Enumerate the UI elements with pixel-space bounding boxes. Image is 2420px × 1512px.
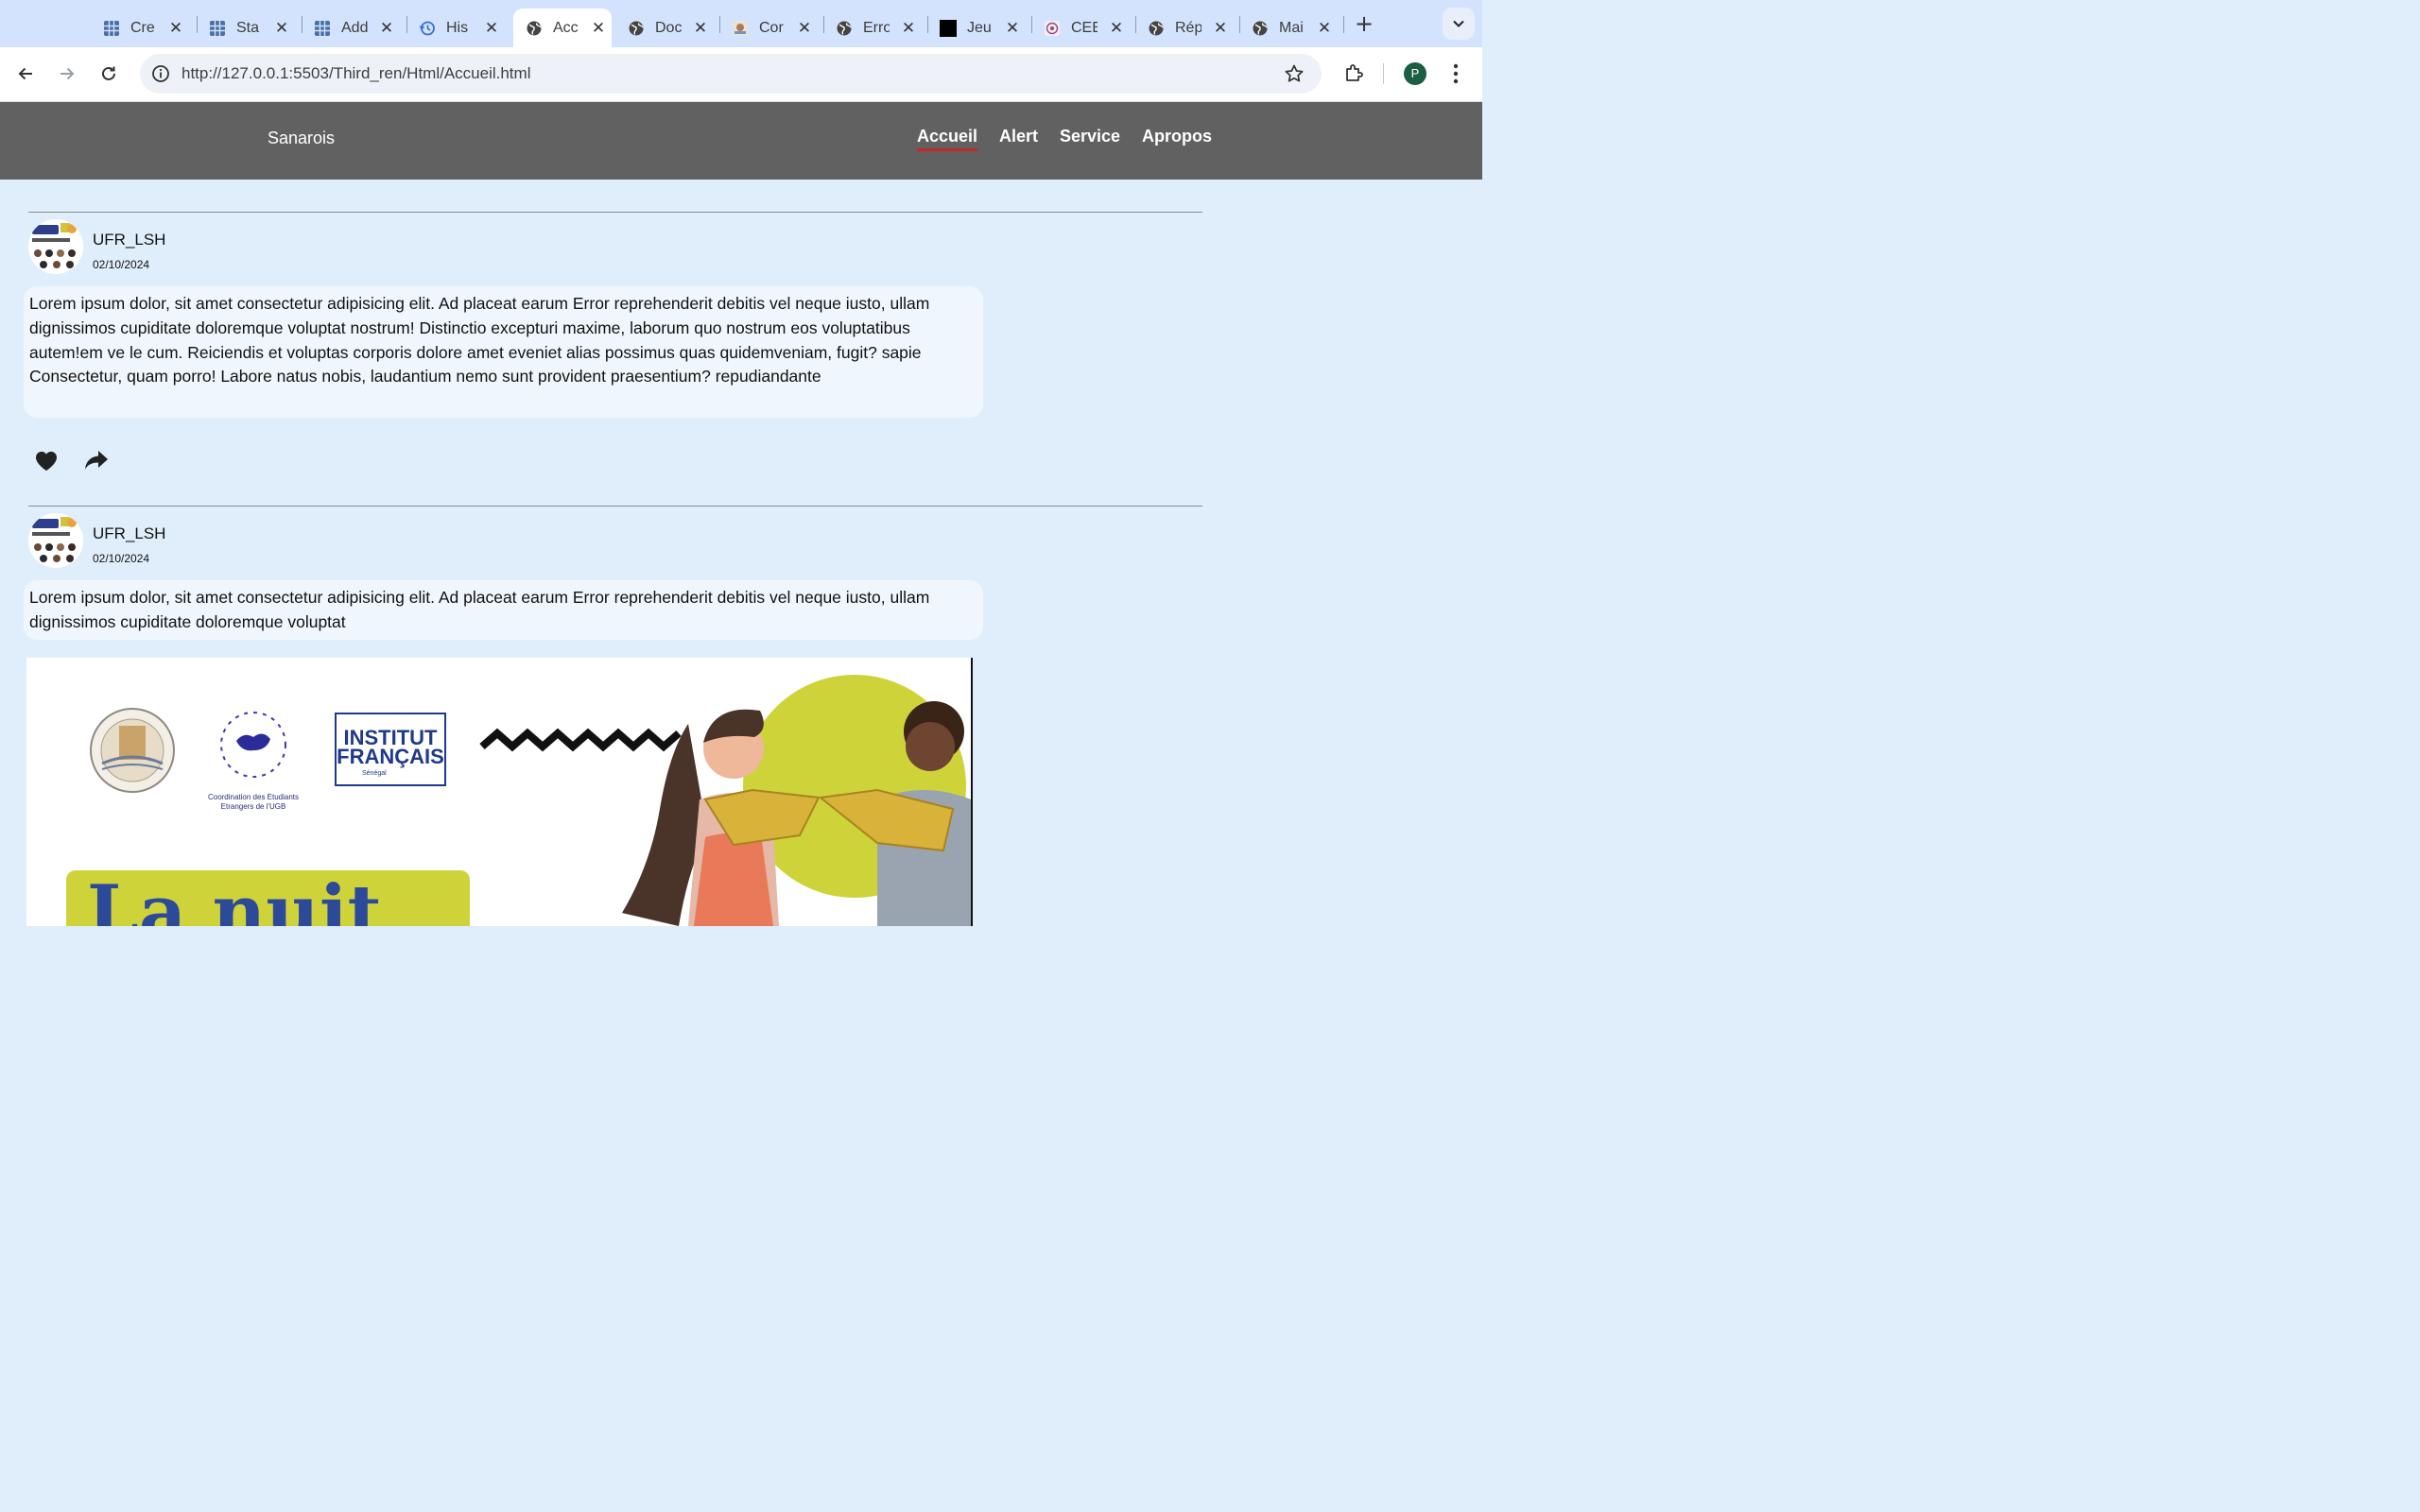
tab-title: Cre — [130, 19, 155, 36]
institut-francais-logo: INSTITUT FRANÇAIS Sénégal — [335, 713, 446, 786]
profile-avatar[interactable]: P — [1404, 62, 1426, 85]
close-icon[interactable]: ✕ — [1109, 19, 1124, 38]
spreadsheet-icon — [313, 19, 332, 38]
address-bar[interactable]: http://127.0.0.1:5503/Third_ren/Html/Acc… — [140, 54, 1322, 94]
post-poster-image[interactable]: Coordination des Etudiants Etrangers de … — [26, 658, 973, 926]
tab-title: CEE — [1071, 19, 1098, 36]
tab-title: Add — [341, 19, 368, 36]
zigzag-decoration — [479, 728, 682, 752]
tab-title: Mai — [1279, 19, 1304, 36]
browser-tab[interactable]: Rép ✕ — [1135, 9, 1236, 47]
close-icon[interactable]: ✕ — [168, 19, 183, 38]
tab-title: Jeu — [967, 19, 992, 36]
browser-tab-active[interactable]: Acc ✕ — [513, 9, 612, 47]
new-tab-button[interactable]: + — [1352, 11, 1376, 36]
tab-title: Doc — [655, 19, 682, 36]
close-icon[interactable]: ✕ — [693, 19, 708, 38]
close-icon[interactable]: ✕ — [274, 19, 289, 38]
tab-title: Rép — [1175, 19, 1201, 36]
university-seal-logo — [90, 708, 175, 793]
tab-title: Erro — [863, 19, 890, 36]
reload-icon — [102, 66, 115, 80]
site-header: Sanarois Accueil Alert Service Apropos — [0, 102, 1482, 180]
kebab-menu-icon[interactable] — [1446, 61, 1465, 86]
url-text[interactable]: http://127.0.0.1:5503/Third_ren/Html/Acc… — [182, 64, 530, 83]
browser-tab[interactable]: Jeu ✕ — [927, 9, 1028, 47]
post-date: 02/10/2024 — [93, 552, 150, 565]
browser-tab[interactable]: Add ✕ — [302, 9, 402, 47]
close-icon[interactable]: ✕ — [797, 19, 812, 38]
browser-tab[interactable]: Mai ✕ — [1239, 9, 1340, 47]
arrow-left-icon — [18, 67, 32, 80]
close-icon[interactable]: ✕ — [379, 19, 394, 38]
browser-tab[interactable]: Cor ✕ — [719, 9, 820, 47]
globe-icon — [835, 19, 854, 38]
globe-icon — [1251, 19, 1270, 38]
chevron-down-icon — [1453, 20, 1464, 27]
bookmark-star-icon[interactable] — [1284, 63, 1305, 84]
history-icon — [418, 19, 437, 38]
coordination-caption: Coordination des Etudiants — [208, 793, 299, 801]
browser-tab[interactable]: His ✕ — [406, 9, 507, 47]
spreadsheet-icon — [208, 19, 227, 38]
nav-link-apropos[interactable]: Apropos — [1142, 127, 1212, 146]
tab-title: Acc — [553, 19, 579, 36]
nav-link-accueil[interactable]: Accueil — [917, 127, 978, 151]
browser-tab[interactable]: Cre ✕ — [91, 9, 191, 47]
post-divider — [28, 212, 1202, 213]
heart-icon[interactable] — [33, 447, 60, 473]
institut-sub: Sénégal — [362, 770, 387, 777]
site-favicon-icon — [1043, 19, 1062, 38]
close-icon[interactable]: ✕ — [484, 19, 499, 38]
post-text: Lorem ipsum dolor, sit amet consectetur … — [24, 580, 983, 640]
black-square-icon — [939, 19, 958, 38]
post-date: 02/10/2024 — [93, 258, 150, 271]
nav-link-alert[interactable]: Alert — [999, 127, 1038, 146]
coordination-caption: Etrangers de l'UGB — [221, 802, 286, 811]
browser-toolbar: http://127.0.0.1:5503/Third_ren/Html/Acc… — [0, 47, 1482, 102]
browser-tab[interactable]: Erro ✕ — [823, 9, 924, 47]
post-text: Lorem ipsum dolor, sit amet consectetur … — [24, 286, 983, 418]
coordination-stars-logo: Coordination des Etudiants Etrangers de … — [208, 712, 299, 811]
nav-link-service[interactable]: Service — [1060, 127, 1120, 146]
globe-icon — [627, 19, 646, 38]
institut-line2: FRANÇAIS — [337, 745, 444, 768]
close-icon[interactable]: ✕ — [1213, 19, 1228, 38]
poster-headline: La nuit — [87, 869, 382, 926]
close-icon[interactable]: ✕ — [1317, 19, 1332, 38]
site-favicon-icon — [731, 19, 750, 38]
tab-title: Cor — [759, 19, 784, 36]
post-author[interactable]: UFR_LSH — [93, 231, 165, 249]
tab-title: Sta — [236, 19, 260, 36]
browser-tab[interactable]: CEE ✕ — [1031, 9, 1132, 47]
globe-icon — [1147, 19, 1166, 38]
close-icon[interactable]: ✕ — [901, 19, 916, 38]
site-brand[interactable]: Sanarois — [268, 129, 335, 148]
spreadsheet-icon — [102, 19, 121, 38]
share-icon[interactable] — [83, 447, 110, 473]
tab-title: His — [446, 19, 469, 36]
close-icon[interactable]: ✕ — [1005, 19, 1020, 38]
arrow-right-icon — [60, 67, 75, 80]
tab-search-button[interactable] — [1443, 8, 1475, 40]
forward-button[interactable] — [54, 60, 80, 87]
tab-separator — [1343, 16, 1344, 33]
post-divider — [28, 506, 1202, 507]
avatar[interactable] — [28, 513, 83, 568]
toolbar-separator — [1383, 63, 1384, 84]
browser-tab-strip: Cre ✕ Sta ✕ Add ✕ His ✕ Acc ✕ Doc ✕ Cor … — [0, 0, 1482, 47]
back-button[interactable] — [12, 60, 39, 87]
browser-tab[interactable]: Doc ✕ — [615, 9, 716, 47]
avatar[interactable] — [28, 219, 83, 274]
site-info-icon[interactable] — [151, 64, 170, 83]
extensions-puzzle-icon[interactable] — [1342, 61, 1365, 84]
reload-button[interactable] — [95, 60, 122, 87]
browser-tab[interactable]: Sta ✕ — [197, 9, 297, 47]
post-author[interactable]: UFR_LSH — [93, 524, 165, 543]
close-icon[interactable]: ✕ — [591, 19, 606, 38]
globe-icon — [525, 19, 544, 38]
